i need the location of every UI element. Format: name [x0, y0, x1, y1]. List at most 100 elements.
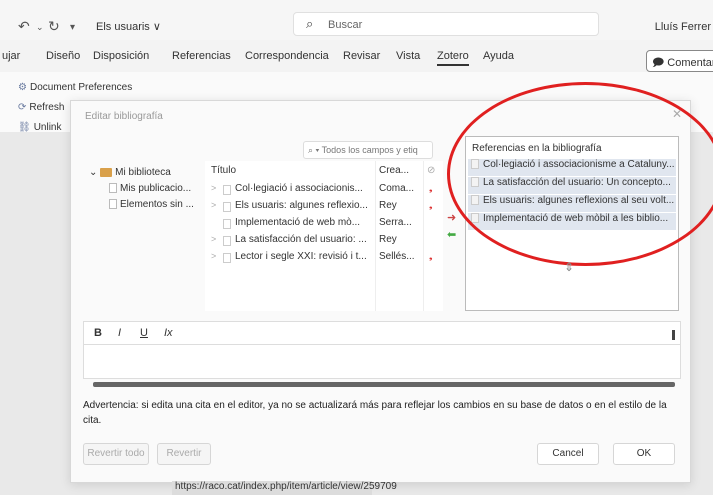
table-row[interactable]: > Els usuaris: algunes reflexio... Rey ❟ [205, 200, 443, 215]
chevron-down-icon: ⌄ [89, 167, 101, 178]
undo-icon[interactable]: ↶ [18, 18, 30, 35]
close-icon[interactable]: ✕ [672, 107, 682, 121]
attachment-column-icon[interactable]: ⊘ [427, 165, 435, 176]
item-title: La satisfacción del usuario: ... [235, 234, 367, 245]
search-placeholder: Buscar [328, 19, 363, 31]
item-title: Els usuaris: algunes reflexio... [235, 200, 368, 211]
gear-icon: ⚙ [18, 82, 27, 93]
ok-button[interactable]: OK [613, 443, 675, 465]
redo-icon[interactable]: ↻ [48, 18, 60, 35]
document-icon [223, 185, 231, 195]
library-search-placeholder: Todos los campos y etiq [321, 145, 418, 155]
item-title: Lector i segle XXI: revisió i t... [235, 251, 367, 262]
document-icon [471, 195, 479, 206]
tab-correspondencia[interactable]: Correspondencia [245, 50, 329, 62]
column-title-header[interactable]: Título [211, 165, 236, 176]
document-icon [223, 219, 231, 229]
clear-format-button[interactable]: Ix [164, 327, 173, 339]
list-item[interactable]: Implementació de web mòbil a les biblio.… [468, 213, 676, 230]
document-preferences-button[interactable]: ⚙ Document Preferences [18, 82, 132, 93]
search-icon: ⌕ [306, 16, 314, 31]
chevron-right-icon: > [211, 200, 217, 210]
collection-tree: ⌄ Mi biblioteca Mis publicacio... Elemen… [81, 161, 205, 311]
item-creator: Sellés... [379, 251, 415, 262]
table-row[interactable]: > Col·legiació i associacionis... Coma..… [205, 183, 443, 198]
item-mark: ❟ [429, 251, 433, 261]
chevron-right-icon: > [211, 251, 217, 261]
document-preferences-label: Document Preferences [29, 82, 133, 93]
column-creator-header[interactable]: Crea... [379, 165, 409, 176]
customize-quick-access-icon[interactable]: ▾ [70, 22, 75, 33]
reference-title: Els usuaris: algunes reflexions al seu v… [483, 195, 675, 206]
tree-item-my-publications[interactable]: Mis publicacio... [109, 183, 191, 194]
tab-ayuda[interactable]: Ayuda [483, 50, 514, 62]
citation-editor[interactable] [83, 345, 681, 379]
tree-item-my-library[interactable]: ⌄ Mi biblioteca [89, 167, 171, 178]
table-row[interactable]: Implementació de web mò... Serra... [205, 217, 443, 232]
references-list: Col·legiació i associacionisme a Catalun… [468, 159, 676, 309]
reference-title: La satisfacción del usuario: Un concepto… [483, 177, 671, 188]
comment-button[interactable]: 🗩 Comentar [646, 50, 713, 72]
warning-text: Advertencia: si edita una cita en el edi… [83, 400, 667, 426]
tree-item-unfiled[interactable]: Elementos sin ... [109, 199, 194, 210]
tree-item-label: Mi biblioteca [115, 167, 171, 178]
table-row[interactable]: > La satisfacción del usuario: ... Rey [205, 234, 443, 249]
edit-bibliography-dialog: Editar bibliografía ✕ ⌕ ▾ Todos los camp… [70, 100, 691, 483]
search-input[interactable]: ⌕ Buscar [293, 12, 599, 36]
document-icon [109, 183, 117, 194]
item-mark: ❟ [429, 200, 433, 210]
library-search-input[interactable]: ⌕ ▾ Todos los campos y etiq [303, 141, 433, 159]
reference-title: Col·legiació i associacionisme a Catalun… [483, 159, 675, 170]
title-bar: ↶ ⌄ ↻ ▾ Els usuaris ∨ ⌕ Buscar Lluís Fer… [0, 0, 713, 40]
tab-zotero[interactable]: Zotero [437, 50, 469, 66]
tab-disposicion[interactable]: Disposición [93, 50, 149, 62]
revert-all-button[interactable]: Revertir todo [83, 443, 149, 465]
dialog-title: Editar bibliografía [85, 111, 163, 122]
document-icon [223, 236, 231, 246]
document-title[interactable]: Els usuaris ∨ [96, 20, 161, 33]
horizontal-scrollbar[interactable] [93, 382, 675, 387]
mouse-cursor-icon: ⇕ [564, 260, 575, 274]
references-heading: Referencias en la bibliografía [472, 143, 602, 154]
item-title: Col·legiació i associacionis... [235, 183, 363, 194]
list-item[interactable]: Els usuaris: algunes reflexions al seu v… [468, 195, 676, 212]
remove-from-bibliography-arrow-icon[interactable]: ⬅ [447, 228, 463, 241]
revert-button[interactable]: Revertir [157, 443, 211, 465]
chevron-right-icon: > [211, 234, 217, 244]
user-name[interactable]: Lluís Ferrer [655, 21, 711, 33]
tab-revisar[interactable]: Revisar [343, 50, 380, 62]
refresh-button[interactable]: ⟳ Refresh [18, 102, 64, 113]
chevron-right-icon: > [211, 183, 217, 193]
refresh-icon: ⟳ [18, 102, 27, 113]
item-creator: Rey [379, 200, 397, 211]
editor-toolbar: B I U Ix [83, 321, 681, 345]
tree-item-label: Elementos sin ... [120, 199, 194, 210]
table-row[interactable]: > Lector i segle XXI: revisió i t... Sel… [205, 251, 443, 266]
document-icon [223, 202, 231, 212]
item-creator: Coma... [379, 183, 415, 194]
bold-button[interactable]: B [94, 327, 102, 339]
refresh-label: Refresh [29, 102, 65, 113]
undo-dropdown-icon[interactable]: ⌄ [36, 22, 44, 33]
list-item[interactable]: Col·legiació i associacionisme a Catalun… [468, 159, 676, 176]
tab-diseno[interactable]: Diseño [46, 50, 80, 62]
tab-referencias[interactable]: Referencias [172, 50, 231, 62]
italic-button[interactable]: I [118, 327, 121, 339]
comment-label: Comentar [667, 57, 713, 69]
item-title: Implementació de web mò... [235, 217, 361, 228]
underline-button[interactable]: U [140, 327, 148, 339]
items-table: Título Crea... ⊘ > Col·legiació i associ… [205, 161, 443, 311]
tab-vista[interactable]: Vista [396, 50, 420, 62]
cancel-button[interactable]: Cancel [537, 443, 599, 465]
document-icon [109, 199, 117, 210]
document-icon [471, 159, 479, 170]
item-creator: Rey [379, 234, 397, 245]
tab-dibujar[interactable]: ujar [2, 50, 20, 62]
status-url: https://raco.cat/index.php/item/article/… [172, 481, 397, 495]
reference-title: Implementació de web mòbil a les biblio.… [483, 213, 669, 224]
document-icon [471, 177, 479, 188]
ribbon-tabs: ujar Diseño Disposición Referencias Corr… [0, 44, 713, 70]
list-item[interactable]: La satisfacción del usuario: Un concepto… [468, 177, 676, 194]
editor-scrollbar[interactable] [672, 330, 675, 340]
add-to-bibliography-arrow-icon[interactable]: ➜ [447, 211, 463, 224]
